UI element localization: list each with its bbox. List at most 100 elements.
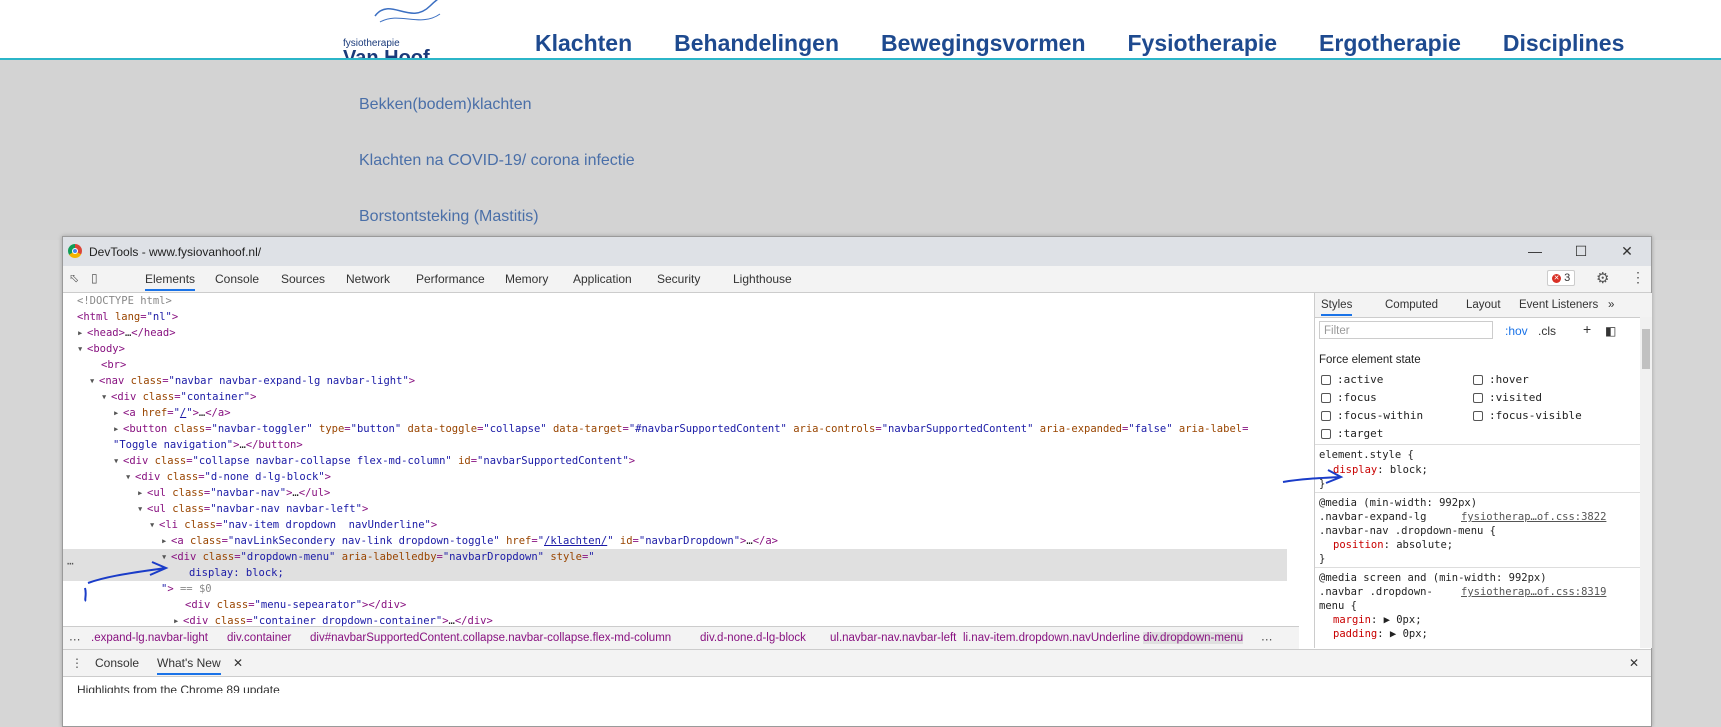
maximize-button[interactable]: ☐ xyxy=(1566,240,1596,262)
dom-node[interactable]: ▸ <a class="navLinkSecondery nav-link dro… xyxy=(161,533,778,549)
tab-layout[interactable]: Layout xyxy=(1466,299,1501,311)
cls-button[interactable]: .cls xyxy=(1538,324,1556,338)
state-visited[interactable]: :visited xyxy=(1473,391,1542,404)
breadcrumb-item[interactable]: ul.navbar-nav.navbar-left xyxy=(830,632,956,644)
breadcrumb-item[interactable]: div#navbarSupportedContent.collapse.navb… xyxy=(310,632,671,644)
styles-filter-input[interactable]: Filter xyxy=(1319,321,1493,339)
state-hover[interactable]: :hover xyxy=(1473,373,1529,386)
dom-node-selected-style[interactable]: display: block; xyxy=(63,565,1287,581)
new-rule-icon[interactable]: + xyxy=(1583,321,1591,337)
dom-node[interactable]: ▾ <ul class="navbar-nav navbar-left"> xyxy=(137,501,368,517)
close-tab-icon[interactable]: ✕ xyxy=(233,656,243,670)
tab-performance[interactable]: Performance xyxy=(416,272,485,286)
nav-behandelingen[interactable]: Behandelingen xyxy=(674,30,839,57)
checkbox[interactable] xyxy=(1473,375,1483,385)
tab-sources[interactable]: Sources xyxy=(281,272,325,286)
dom-node[interactable]: ▾ <div class="container"> xyxy=(101,389,256,405)
tab-memory[interactable]: Memory xyxy=(505,272,548,286)
dom-node-selected[interactable]: ▾ <div class="dropdown-menu" aria-labelle… xyxy=(63,549,1287,565)
rule2-selector-cont: menu { xyxy=(1319,600,1357,612)
close-drawer-icon[interactable]: ✕ xyxy=(1629,656,1639,670)
breadcrumb-item[interactable]: div.container xyxy=(227,632,291,644)
crumbs-more-right-icon[interactable]: ⋯ xyxy=(1261,632,1273,646)
dom-node[interactable]: <div class="menu-sepearator"></div> xyxy=(185,597,406,613)
dom-node[interactable]: ▾ <body> xyxy=(77,341,125,357)
hov-button[interactable]: :hov xyxy=(1505,324,1528,338)
rule2-media: @media screen and (min-width: 992px) xyxy=(1319,572,1547,584)
dom-node[interactable]: ▸ <button class="navbar-toggler" type="bu… xyxy=(113,421,1248,437)
device-toolbar-icon[interactable]: ▯ xyxy=(91,271,105,285)
rule2-declaration[interactable]: margin: ▶ 0px; xyxy=(1333,614,1422,626)
tab-lighthouse[interactable]: Lighthouse xyxy=(733,272,792,286)
minimize-button[interactable]: — xyxy=(1520,240,1550,262)
styles-scrollbar[interactable] xyxy=(1640,317,1652,648)
dropdown-item-bekken[interactable]: Bekken(bodem)klachten xyxy=(359,96,532,114)
sidebar-tabs: Styles Computed Layout Event Listeners » xyxy=(1315,293,1652,318)
dom-node[interactable]: ▸ <ul class="navbar-nav">…</ul> xyxy=(137,485,330,501)
rule2-source-link[interactable]: fysiotherap…of.css:8319 xyxy=(1461,586,1606,598)
dom-node[interactable]: ▾ <div class="d-none d-lg-block"> xyxy=(125,469,331,485)
breadcrumb-item[interactable]: li.nav-item.dropdown.navUnderline xyxy=(963,632,1140,644)
whats-new-text: Highlights from the Chrome 89 update xyxy=(77,683,280,693)
breadcrumb-item-current[interactable]: div.dropdown-menu xyxy=(1143,632,1244,644)
rule1-declaration[interactable]: position: absolute; xyxy=(1333,539,1453,551)
dom-node[interactable]: ▸ <head>…</head> xyxy=(77,325,176,341)
dom-node[interactable]: "> == $0 xyxy=(161,581,212,597)
inspect-element-icon[interactable]: ⬁ xyxy=(69,271,83,285)
crumbs-more-icon[interactable]: ⋯ xyxy=(69,632,81,646)
dom-node[interactable]: ▾ <li class="nav-item dropdown navUnderli… xyxy=(149,517,437,533)
drawer-menu-icon[interactable]: ⋮ xyxy=(71,656,83,670)
breadcrumb-item[interactable]: .expand-lg.navbar-light xyxy=(91,632,208,644)
dom-node[interactable]: <html lang="nl"> xyxy=(77,309,178,325)
dom-node[interactable]: ▸ <a href="/">…</a> xyxy=(113,405,231,421)
ellipsis-icon[interactable]: ⋯ xyxy=(67,557,74,570)
tab-console[interactable]: Console xyxy=(215,272,259,286)
checkbox[interactable] xyxy=(1321,411,1331,421)
styles-scroll-thumb[interactable] xyxy=(1642,329,1650,369)
breadcrumb-item[interactable]: div.d-none.d-lg-block xyxy=(700,632,806,644)
element-style-declaration[interactable]: display: block; xyxy=(1333,464,1428,476)
checkbox[interactable] xyxy=(1321,429,1331,439)
dom-node[interactable]: ▾ <div class="collapse navbar-collapse fl… xyxy=(113,453,635,469)
dropdown-item-covid[interactable]: Klachten na COVID-19/ corona infectie xyxy=(359,152,635,170)
nav-bewegingsvormen[interactable]: Bewegingsvormen xyxy=(881,30,1086,57)
state-focus[interactable]: :focus xyxy=(1321,391,1377,404)
tab-event-listeners[interactable]: Event Listeners xyxy=(1519,299,1598,311)
rule2-declaration[interactable]: padding: ▶ 0px; xyxy=(1333,628,1428,640)
elements-tree[interactable]: <!DOCTYPE html> <html lang="nl"> ▸ <head>… xyxy=(63,293,1299,626)
state-focus-visible[interactable]: :focus-visible xyxy=(1473,409,1582,422)
tab-computed[interactable]: Computed xyxy=(1385,299,1438,311)
checkbox[interactable] xyxy=(1473,411,1483,421)
state-target[interactable]: :target xyxy=(1321,427,1383,440)
toggle-sidebar-icon[interactable]: ◧ xyxy=(1605,324,1616,338)
checkbox[interactable] xyxy=(1321,375,1331,385)
dom-node[interactable]: ▾ <nav class="navbar navbar-expand-lg nav… xyxy=(89,373,415,389)
drawer-tabbar: ⋮ Console What's New ✕ ✕ xyxy=(63,649,1651,677)
nav-disciplines[interactable]: Disciplines xyxy=(1503,30,1624,57)
tab-elements[interactable]: Elements xyxy=(145,272,196,291)
nav-fysiotherapie[interactable]: Fysiotherapie xyxy=(1128,30,1278,57)
nav-ergotherapie[interactable]: Ergotherapie xyxy=(1319,30,1461,57)
drawer-tab-whats-new[interactable]: What's New xyxy=(157,656,221,675)
dropdown-item-mastitis[interactable]: Borstontsteking (Mastitis) xyxy=(359,208,539,226)
close-window-button[interactable]: ✕ xyxy=(1612,240,1642,262)
tab-network[interactable]: Network xyxy=(346,272,390,286)
rule1-source-link[interactable]: fysiotherap…of.css:3822 xyxy=(1461,511,1606,523)
state-focus-within[interactable]: :focus-within xyxy=(1321,409,1423,422)
checkbox[interactable] xyxy=(1473,393,1483,403)
state-active[interactable]: :active xyxy=(1321,373,1383,386)
drawer-tab-console[interactable]: Console xyxy=(95,656,139,670)
checkbox[interactable] xyxy=(1321,393,1331,403)
dom-node[interactable]: "Toggle navigation">…</button> xyxy=(113,437,303,453)
more-options-icon[interactable]: ⋮ xyxy=(1631,269,1645,285)
tab-application[interactable]: Application xyxy=(573,272,632,286)
settings-gear-icon[interactable]: ⚙ xyxy=(1596,269,1610,287)
nav-klachten[interactable]: Klachten xyxy=(535,30,632,57)
dom-node[interactable]: <br> xyxy=(101,357,126,373)
dom-node[interactable]: ▸ <div class="container dropdown-containe… xyxy=(173,613,493,626)
tab-security[interactable]: Security xyxy=(657,272,700,286)
tab-styles[interactable]: Styles xyxy=(1321,299,1353,316)
dom-node[interactable]: <!DOCTYPE html> xyxy=(77,293,172,309)
error-count-badge[interactable]: ✕ 3 xyxy=(1547,270,1576,286)
more-tabs-icon[interactable]: » xyxy=(1608,299,1614,311)
